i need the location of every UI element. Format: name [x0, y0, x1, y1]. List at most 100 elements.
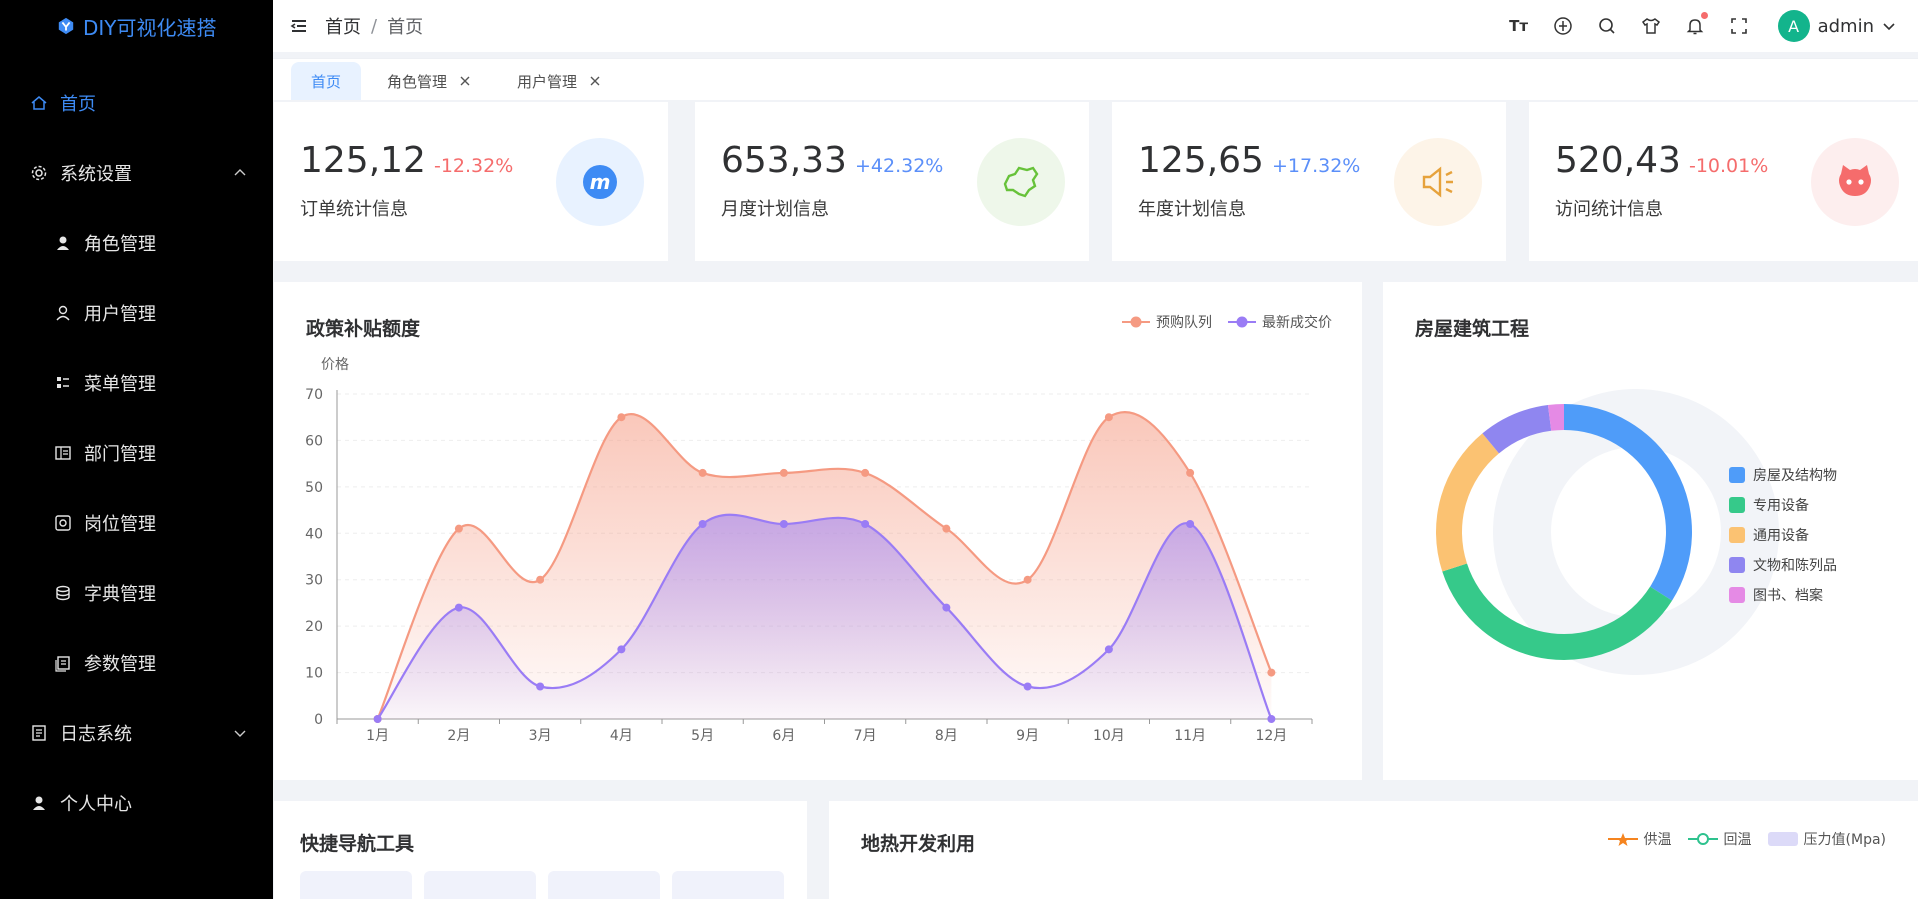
data-point [861, 520, 870, 528]
theme-skin-icon[interactable] [1640, 15, 1662, 37]
quick-nav-tile[interactable] [300, 871, 412, 899]
github-cat-icon [1839, 165, 1871, 196]
notification-bell-icon[interactable] [1684, 12, 1708, 37]
legend-label: 专用设备 [1753, 498, 1809, 514]
legend-label: 文物和陈列品 [1753, 558, 1837, 574]
circle-line-icon [1687, 833, 1718, 845]
y-axis-label: 价格 [321, 357, 349, 373]
stat-value: 125,65 [1138, 140, 1264, 181]
x-tick-label: 6月 [772, 728, 795, 744]
x-tick-label: 1月 [366, 728, 389, 744]
data-point [1267, 668, 1276, 677]
font-size-icon[interactable]: Tт [1508, 15, 1530, 37]
svg-text:m: m [590, 170, 611, 194]
search-icon[interactable] [1596, 15, 1618, 37]
x-tick-label: 10月 [1093, 728, 1125, 744]
language-icon[interactable] [1552, 15, 1574, 37]
legend-item[interactable]: 专用设备 [1729, 490, 1837, 520]
sidebar-item-label: 菜单管理 [84, 374, 156, 395]
log-icon [32, 725, 46, 741]
notification-badge [1700, 12, 1708, 19]
legend-item[interactable]: 图书、档案 [1729, 580, 1837, 610]
close-icon[interactable] [589, 75, 601, 87]
close-icon[interactable] [459, 75, 471, 87]
data-point [779, 468, 788, 477]
user-menu[interactable]: A admin [1777, 10, 1896, 42]
quick-nav-tile[interactable] [672, 871, 784, 899]
legend-item-pressure[interactable]: 压力值(Mpa) [1767, 829, 1886, 849]
avatar: A [1777, 10, 1810, 42]
sidebar-item-4[interactable]: 菜单管理 [0, 348, 273, 418]
logo-text: DIY可视化速搭 [83, 15, 217, 40]
tab-2[interactable]: 用户管理 [497, 62, 621, 100]
data-point [617, 645, 626, 654]
stat-icon-circle [977, 138, 1065, 226]
data-point [1104, 413, 1113, 422]
sidebar-item-2[interactable]: 角色管理 [0, 208, 273, 278]
fold-menu-icon[interactable] [289, 16, 309, 36]
legend-item[interactable]: 房屋及结构物 [1729, 460, 1837, 490]
sidebar-item-label: 部门管理 [84, 444, 156, 465]
sidebar-item-label: 字典管理 [84, 584, 156, 605]
sidebar-item-3[interactable]: 用户管理 [0, 278, 273, 348]
x-tick-label: 12月 [1255, 728, 1287, 744]
sidebar: DIY可视化速搭 首页 系统设置 角色管理 用户管理菜单管理部门管理岗位管理字典管理参… [0, 0, 273, 899]
sidebar-item-8[interactable]: 参数管理 [0, 628, 273, 698]
data-point [942, 603, 951, 612]
sidebar-item-label: 岗位管理 [84, 514, 156, 535]
breadcrumb-home[interactable]: 首页 [325, 13, 361, 39]
stat-label: 月度计划信息 [721, 199, 829, 220]
sidebar-item-6[interactable]: 岗位管理 [0, 488, 273, 558]
y-tick-label: 20 [305, 619, 323, 635]
legend-swatch [1729, 467, 1745, 483]
sidebar-item-10[interactable]: 个人中心 [0, 768, 273, 838]
stat-icon-circle [1811, 138, 1899, 226]
stat-card: 125,12 -12.32% 订单统计信息 m [274, 102, 668, 261]
sidebar-item-9[interactable]: 日志系统 [0, 698, 273, 768]
username: admin [1817, 15, 1874, 37]
menu-icon [57, 377, 69, 388]
legend-item[interactable]: 通用设备 [1729, 520, 1837, 550]
stat-card: 520,43 -10.01% 访问统计信息 [1529, 102, 1918, 261]
tab-0[interactable]: 首页 [291, 62, 362, 100]
tab-1[interactable]: 角色管理 [367, 62, 491, 100]
stat-value-row: 125,12 -12.32% [300, 140, 513, 181]
department-icon [55, 446, 71, 460]
legend-item-return[interactable]: 回温 [1687, 829, 1752, 849]
home-icon [31, 96, 47, 110]
sidebar-item-1[interactable]: 系统设置 [0, 138, 273, 208]
sidebar-item-label: 个人中心 [60, 794, 132, 815]
sidebar-item-label: 日志系统 [60, 724, 132, 745]
legend-item[interactable]: 文物和陈列品 [1729, 550, 1837, 580]
legend-swatch [1729, 497, 1745, 513]
stat-value: 520,43 [1555, 140, 1681, 181]
stat-card: 653,33 +42.32% 月度计划信息 [695, 102, 1089, 261]
x-tick-label: 4月 [610, 728, 633, 744]
x-tick-label: 11月 [1174, 728, 1206, 744]
sidebar-item-0[interactable]: 首页 [0, 68, 273, 138]
y-tick-label: 40 [305, 526, 323, 542]
geothermal-legend: 供温 回温 压力值(Mpa) [1607, 829, 1886, 849]
post-icon [55, 515, 71, 531]
y-tick-label: 10 [305, 666, 323, 682]
stat-delta: -10.01% [1688, 155, 1769, 177]
sidebar-item-5[interactable]: 部门管理 [0, 418, 273, 488]
breadcrumb-separator: / [371, 15, 378, 37]
data-point [373, 715, 382, 723]
legend-swatch [1729, 587, 1745, 603]
fullscreen-icon[interactable] [1728, 15, 1750, 37]
app-logo[interactable]: DIY可视化速搭 [0, 0, 273, 52]
data-point [942, 524, 951, 533]
y-tick-label: 70 [305, 387, 323, 403]
chevron-down-icon [234, 730, 246, 737]
quick-nav-tile[interactable] [424, 871, 536, 899]
data-point [1023, 575, 1032, 584]
legend-label: 供温 [1643, 832, 1672, 848]
sidebar-item-7[interactable]: 字典管理 [0, 558, 273, 628]
data-point [454, 524, 463, 533]
stat-delta: +42.32% [854, 155, 944, 177]
legend-item-supply[interactable]: 供温 [1607, 829, 1672, 849]
panel-title: 地热开发利用 [861, 833, 976, 855]
donut-legend: 房屋及结构物专用设备通用设备文物和陈列品图书、档案 [1729, 460, 1837, 610]
quick-nav-tile[interactable] [548, 871, 660, 899]
